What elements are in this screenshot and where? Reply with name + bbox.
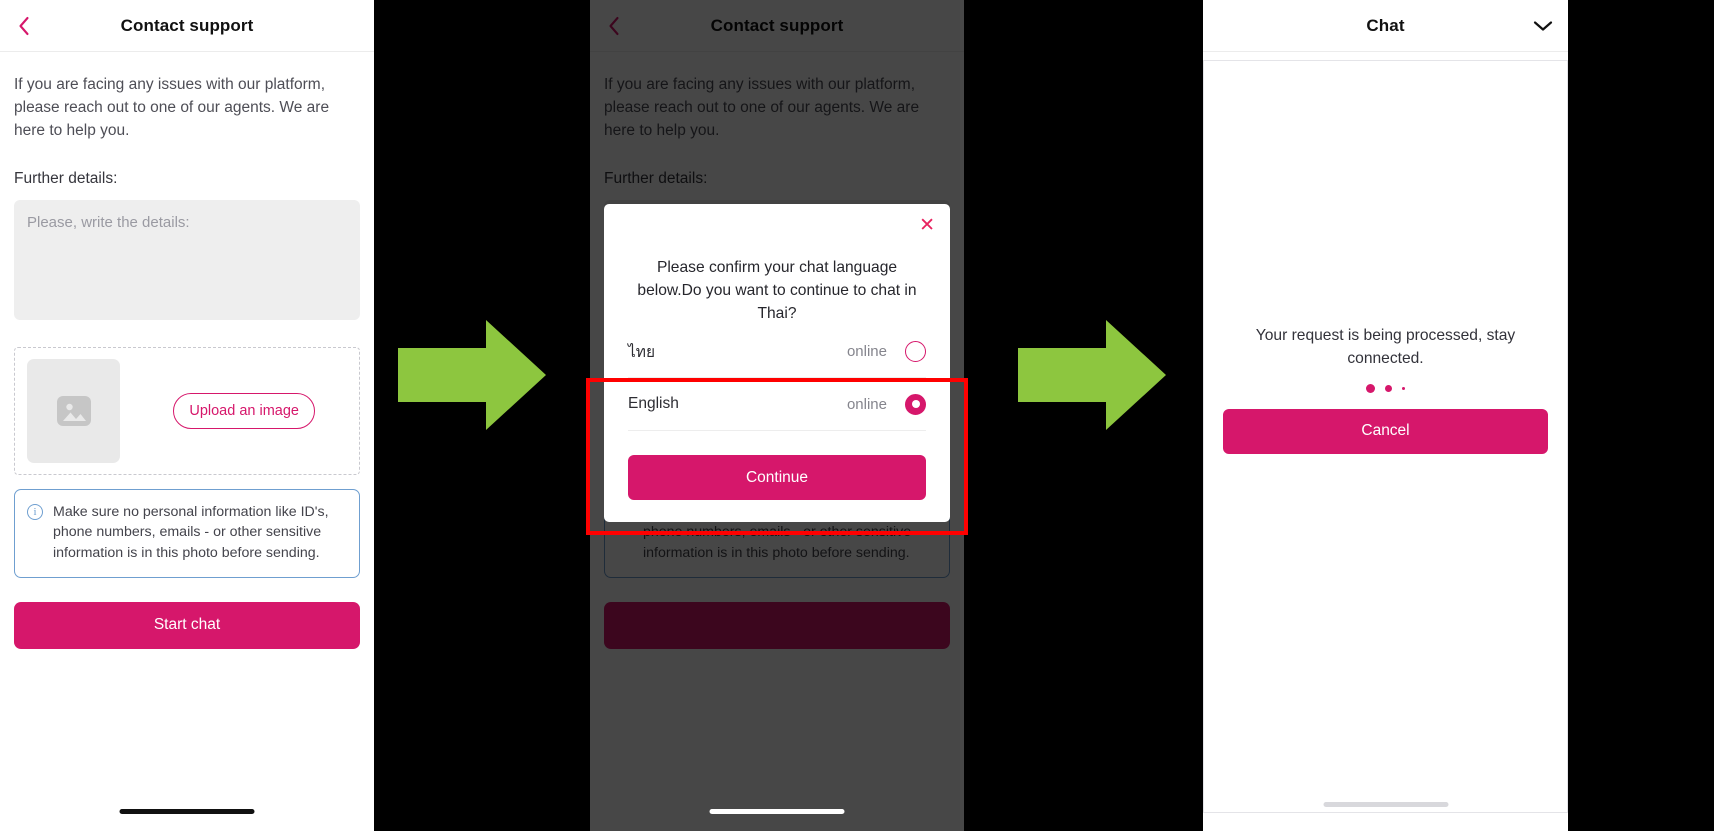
info-circle-icon: i (27, 503, 43, 520)
language-label: ไทย (628, 343, 656, 361)
step-arrow-2 (1018, 320, 1166, 435)
upload-dropzone[interactable]: Upload an image (14, 346, 360, 475)
navigation-bar: Contact support (0, 0, 374, 52)
close-x-icon[interactable]: ✕ (919, 216, 935, 235)
navigation-bar-3: Chat (1203, 0, 1568, 52)
chevron-down-icon[interactable] (1532, 15, 1554, 37)
chevron-left-icon[interactable] (14, 16, 34, 36)
details-input[interactable]: Please, write the details: (14, 199, 360, 320)
intro-text: If you are facing any issues with our pl… (14, 76, 330, 139)
dialog-title: Please confirm your chat language below.… (637, 259, 917, 323)
home-indicator (119, 809, 255, 814)
loading-dot (1401, 386, 1406, 391)
loading-dot (1365, 383, 1375, 393)
privacy-notice-text: Make sure no personal information like I… (53, 503, 329, 561)
radio-button-thai[interactable] (905, 340, 926, 362)
processing-message: Your request is being processed, stay co… (1255, 327, 1516, 368)
page-title: Contact support (120, 15, 254, 35)
loading-dot (1384, 384, 1392, 392)
image-placeholder-icon (27, 358, 120, 463)
highlight-rectangle (586, 378, 968, 535)
screenshot-stage: Contact support If you are facing any is… (0, 0, 1714, 831)
language-option-thai[interactable]: ไทย online (628, 325, 926, 379)
home-indicator-3 (1323, 802, 1448, 807)
home-indicator-2 (709, 809, 845, 814)
phone-screen-contact-support: Contact support If you are facing any is… (0, 0, 374, 831)
privacy-notice: i Make sure no personal information like… (14, 488, 360, 578)
phone-screen-chat: Chat Your request is being processed, st… (1203, 0, 1568, 831)
start-chat-button[interactable]: Start chat (14, 601, 360, 649)
language-status: online (846, 342, 887, 360)
further-details-label: Further details: (14, 169, 118, 187)
page-title-3: Chat (1366, 15, 1405, 35)
upload-image-button[interactable]: Upload an image (173, 392, 315, 429)
panel1-body: If you are facing any issues with our pl… (0, 74, 374, 649)
chat-panel: Your request is being processed, stay co… (1203, 60, 1568, 813)
step-arrow-1 (398, 320, 546, 435)
cancel-button[interactable]: Cancel (1223, 408, 1548, 454)
loading-dots (1365, 383, 1406, 393)
